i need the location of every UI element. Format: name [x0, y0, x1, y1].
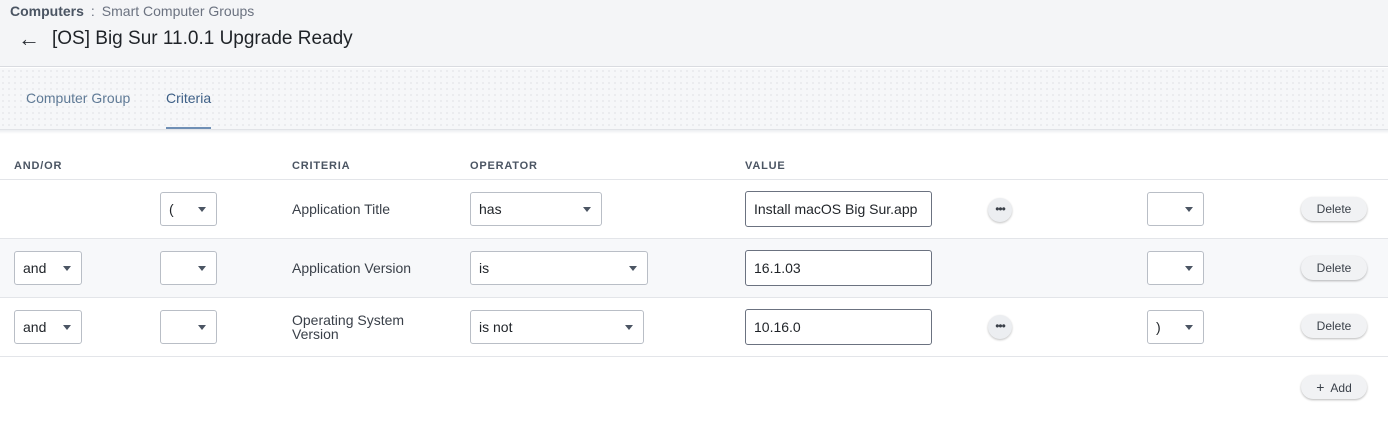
close-paren-select[interactable]: ): [1147, 310, 1204, 344]
operator-value: is not: [479, 319, 513, 335]
add-criteria-button[interactable]: + Add: [1301, 375, 1367, 399]
operator-value: is: [479, 260, 490, 276]
chevron-down-icon: [625, 325, 633, 330]
breadcrumb-root[interactable]: Computers: [10, 3, 84, 19]
breadcrumb: Computers: Smart Computer Groups: [10, 3, 254, 19]
delete-button[interactable]: Delete: [1301, 197, 1367, 221]
table-row: and Application Version is 16.1.03 Delet…: [0, 239, 1388, 298]
criteria-label: Application Title: [292, 201, 391, 217]
delete-button[interactable]: Delete: [1301, 314, 1367, 338]
add-label: Add: [1330, 381, 1352, 395]
chevron-down-icon: [629, 266, 637, 271]
operator-value: has: [479, 201, 502, 217]
chevron-down-icon: [1185, 266, 1193, 271]
more-icon[interactable]: •••: [988, 315, 1012, 339]
value-field[interactable]: Install macOS Big Sur.app: [745, 191, 932, 227]
open-paren-select[interactable]: (: [160, 192, 217, 226]
value-field[interactable]: 10.16.0: [745, 309, 932, 345]
close-paren-value: ): [1156, 319, 1161, 335]
value-field[interactable]: 16.1.03: [745, 250, 932, 286]
chevron-down-icon: [583, 207, 591, 212]
open-paren-select[interactable]: [160, 310, 217, 344]
operator-select[interactable]: is not: [470, 310, 644, 344]
chevron-down-icon: [1185, 207, 1193, 212]
breadcrumb-current[interactable]: Smart Computer Groups: [102, 3, 255, 19]
operator-select[interactable]: is: [470, 251, 648, 285]
criteria-label: Application Version: [292, 260, 412, 276]
chevron-down-icon: [198, 207, 206, 212]
close-paren-select[interactable]: [1147, 192, 1204, 226]
andor-select[interactable]: and: [14, 310, 82, 344]
chevron-down-icon: [1185, 325, 1193, 330]
delete-button[interactable]: Delete: [1301, 256, 1367, 280]
table-row: and Operating System Version is not 10.1…: [0, 298, 1388, 357]
criteria-table-header: AND/OR CRITERIA OPERATOR VALUE: [0, 152, 1388, 180]
column-header-criteria: CRITERIA: [292, 160, 351, 172]
tab-computer-group[interactable]: Computer Group: [26, 68, 130, 129]
andor-value: and: [23, 260, 47, 276]
tab-bar: Computer Group Criteria: [0, 68, 1388, 130]
criteria-label: Operating System Version: [292, 312, 405, 342]
open-paren-value: (: [169, 201, 174, 217]
more-icon[interactable]: •••: [988, 198, 1012, 222]
plus-icon: +: [1316, 379, 1325, 395]
tab-criteria[interactable]: Criteria: [166, 68, 212, 129]
operator-select[interactable]: has: [470, 192, 602, 226]
andor-value: and: [23, 319, 47, 335]
column-header-andor: AND/OR: [14, 160, 63, 172]
chevron-down-icon: [198, 266, 206, 271]
andor-select[interactable]: and: [14, 251, 82, 285]
chevron-down-icon: [198, 325, 206, 330]
arrow-left-icon[interactable]: ←: [18, 28, 40, 50]
chevron-down-icon: [63, 266, 71, 271]
column-header-value: VALUE: [745, 160, 786, 172]
page-header: Computers: Smart Computer Groups ← [OS] B…: [0, 0, 1388, 67]
open-paren-select[interactable]: [160, 251, 217, 285]
page-title: [OS] Big Sur 11.0.1 Upgrade Ready: [52, 28, 353, 49]
close-paren-select[interactable]: [1147, 251, 1204, 285]
column-header-operator: OPERATOR: [470, 160, 538, 172]
table-row: ( Application Title has Install macOS Bi…: [0, 180, 1388, 239]
chevron-down-icon: [63, 325, 71, 330]
divider: [0, 130, 1388, 134]
breadcrumb-separator: :: [90, 3, 95, 19]
